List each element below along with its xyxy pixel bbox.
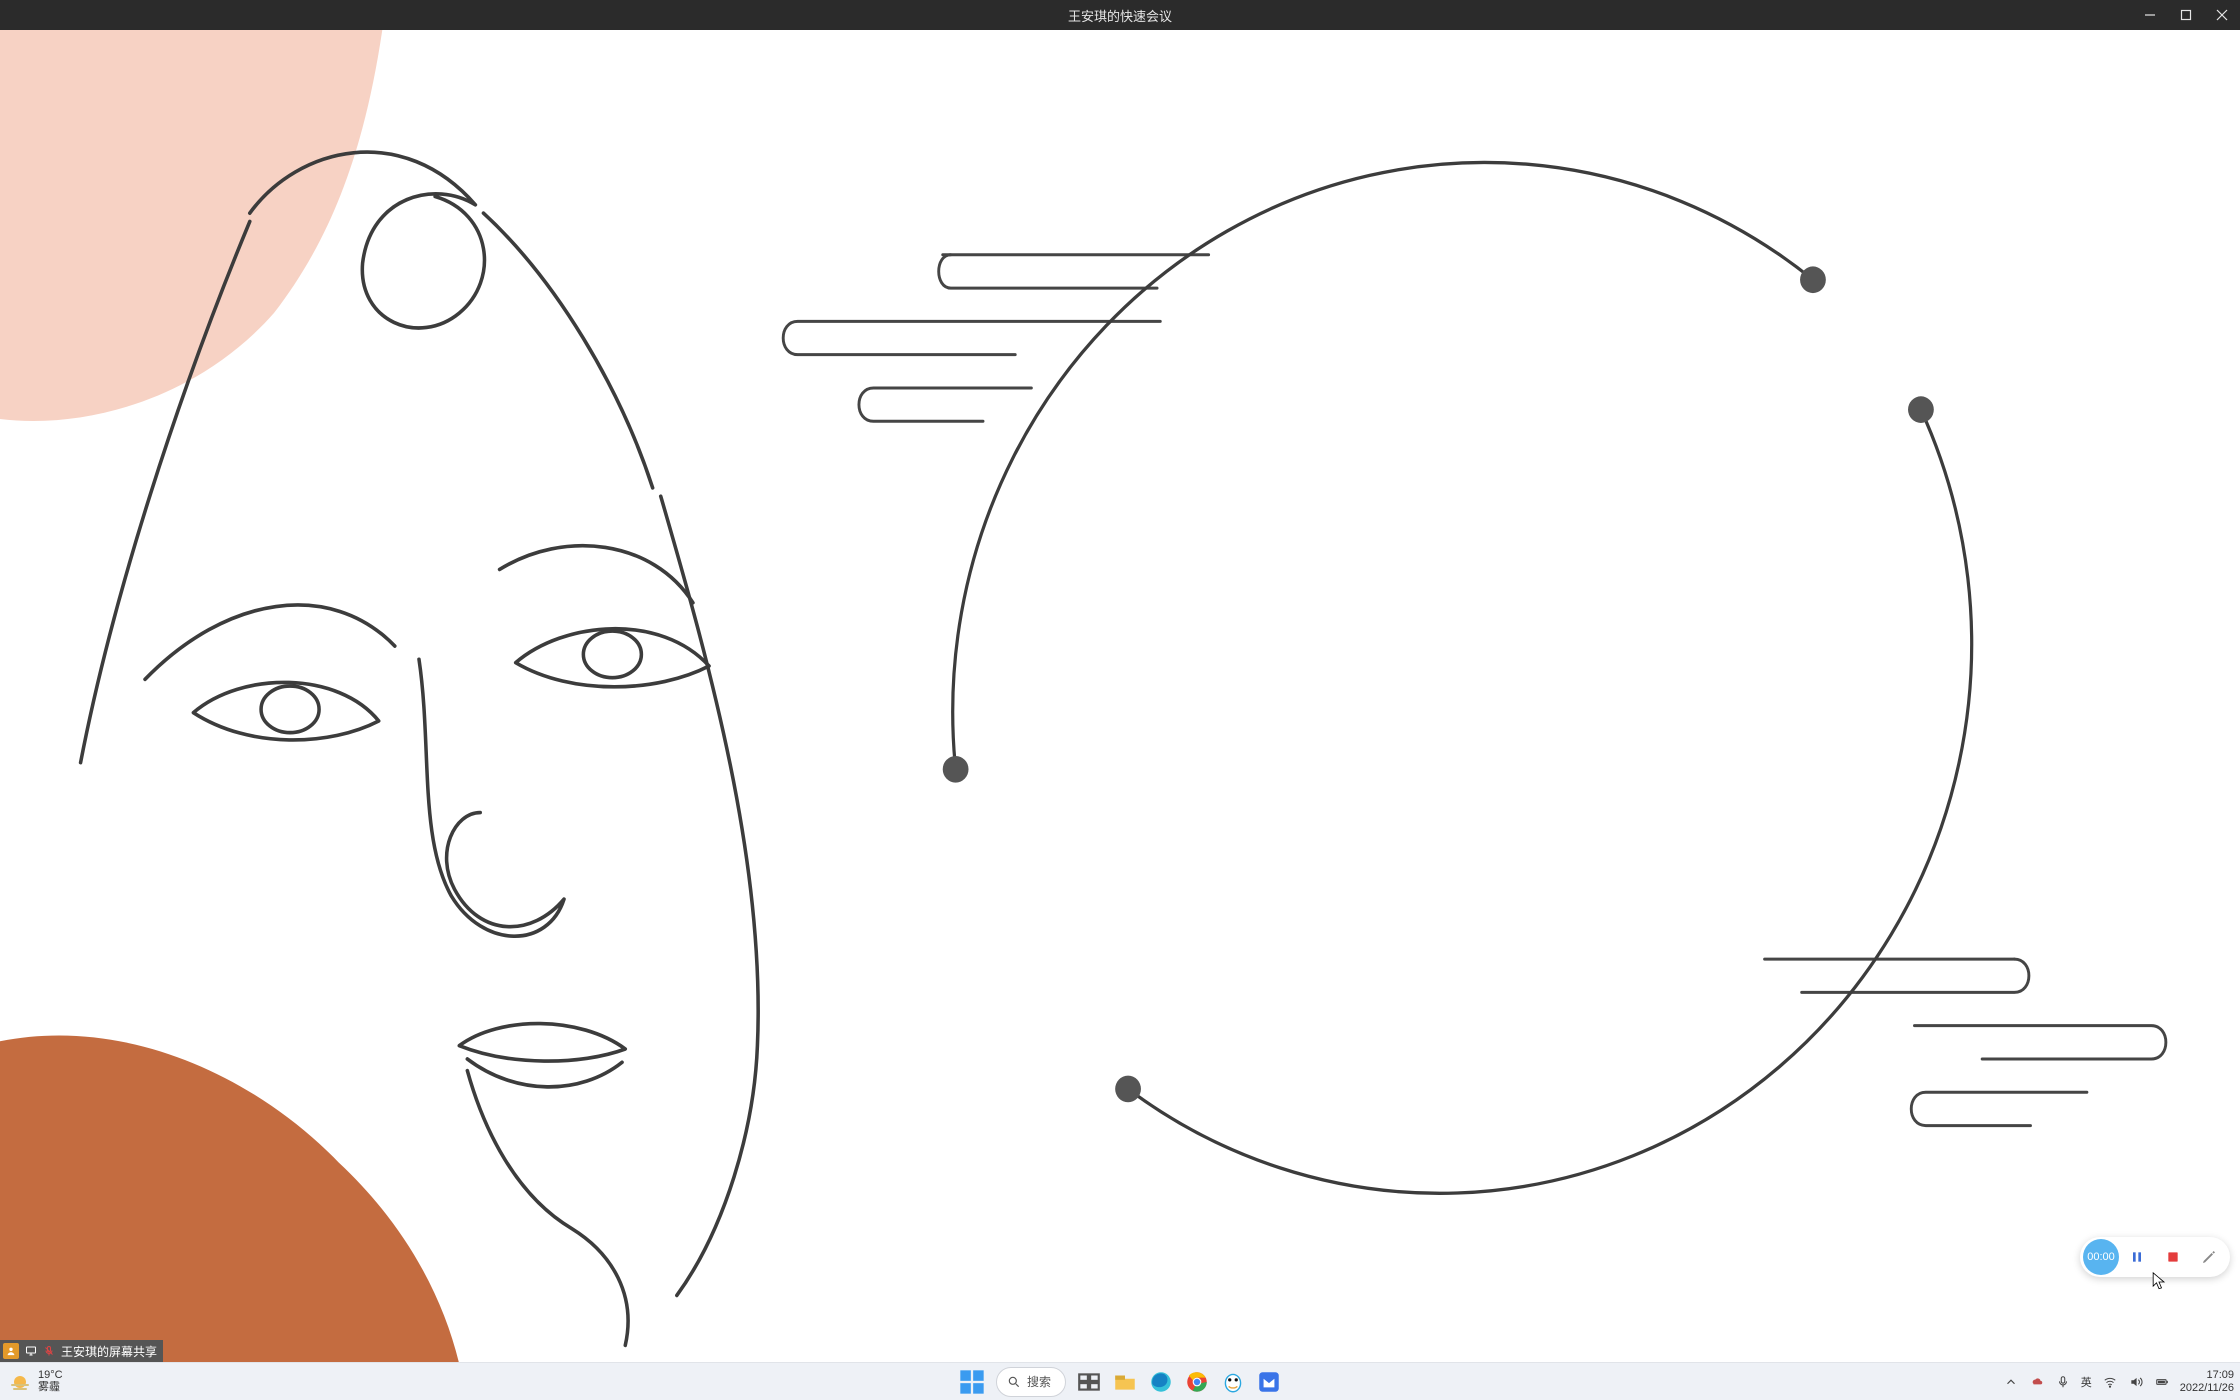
taskbar-center: 搜索 <box>958 1367 1282 1397</box>
weather-desc: 雾霾 <box>38 1382 63 1394</box>
taskbar-app-explorer[interactable] <box>1112 1369 1138 1395</box>
recording-timer: 00:00 <box>2083 1239 2119 1275</box>
taskbar-date: 2022/11/26 <box>2180 1382 2234 1394</box>
recording-annotate-button[interactable] <box>2195 1243 2223 1271</box>
taskbar-app-chrome[interactable] <box>1184 1369 1210 1395</box>
taskbar-search-placeholder: 搜索 <box>1027 1373 1051 1390</box>
recording-stop-button[interactable] <box>2159 1243 2187 1271</box>
screen-share-label: 王安琪的屏幕共享 <box>0 1340 163 1362</box>
mic-muted-small-icon <box>41 1343 57 1359</box>
monitor-icon <box>23 1343 39 1359</box>
windows-taskbar: 19°C 雾霾 搜索 <box>0 1362 2240 1400</box>
tray-battery-icon[interactable] <box>2154 1374 2170 1390</box>
windows-logo-icon <box>958 1368 986 1396</box>
taskbar-app-qq[interactable] <box>1220 1369 1246 1395</box>
tray-onedrive-icon[interactable] <box>2029 1374 2045 1390</box>
user-avatar-icon <box>3 1343 19 1359</box>
screen-share-label-text: 王安琪的屏幕共享 <box>58 1343 163 1360</box>
taskbar-time: 17:09 <box>2206 1369 2234 1381</box>
tray-chevron-up-icon[interactable] <box>2003 1374 2019 1390</box>
taskbar-system-tray: 英 17:09 2022/11/26 <box>2003 1369 2234 1393</box>
weather-icon <box>8 1370 32 1394</box>
weather-temp: 19°C <box>38 1370 63 1382</box>
window-controls <box>2132 0 2240 30</box>
window-minimize-button[interactable] <box>2132 0 2168 30</box>
tray-microphone-icon[interactable] <box>2055 1374 2071 1390</box>
window-close-button[interactable] <box>2204 0 2240 30</box>
window-title: 王安琪的快速会议 <box>1068 6 1172 25</box>
tray-wifi-icon[interactable] <box>2102 1374 2118 1390</box>
taskbar-search[interactable]: 搜索 <box>996 1367 1066 1397</box>
search-icon <box>1007 1375 1021 1389</box>
shared-screen-content <box>0 30 2240 1362</box>
tray-ime-indicator[interactable]: 英 <box>2081 1374 2092 1390</box>
taskbar-app-edge[interactable] <box>1148 1369 1174 1395</box>
taskbar-clock[interactable]: 17:09 2022/11/26 <box>2180 1369 2234 1393</box>
window-maximize-button[interactable] <box>2168 0 2204 30</box>
tray-volume-icon[interactable] <box>2128 1374 2144 1390</box>
recording-pause-button[interactable] <box>2123 1243 2151 1271</box>
start-button[interactable] <box>958 1368 986 1396</box>
taskbar-app-taskview[interactable] <box>1076 1369 1102 1395</box>
window-titlebar: 王安琪的快速会议 <box>0 0 2240 30</box>
recording-controls: 00:00 <box>2080 1237 2230 1277</box>
mouse-cursor-icon <box>2152 1272 2166 1292</box>
taskbar-app-meeting[interactable] <box>1256 1369 1282 1395</box>
shared-artwork-svg <box>0 30 2240 1362</box>
taskbar-weather-widget[interactable]: 19°C 雾霾 <box>0 1370 63 1394</box>
